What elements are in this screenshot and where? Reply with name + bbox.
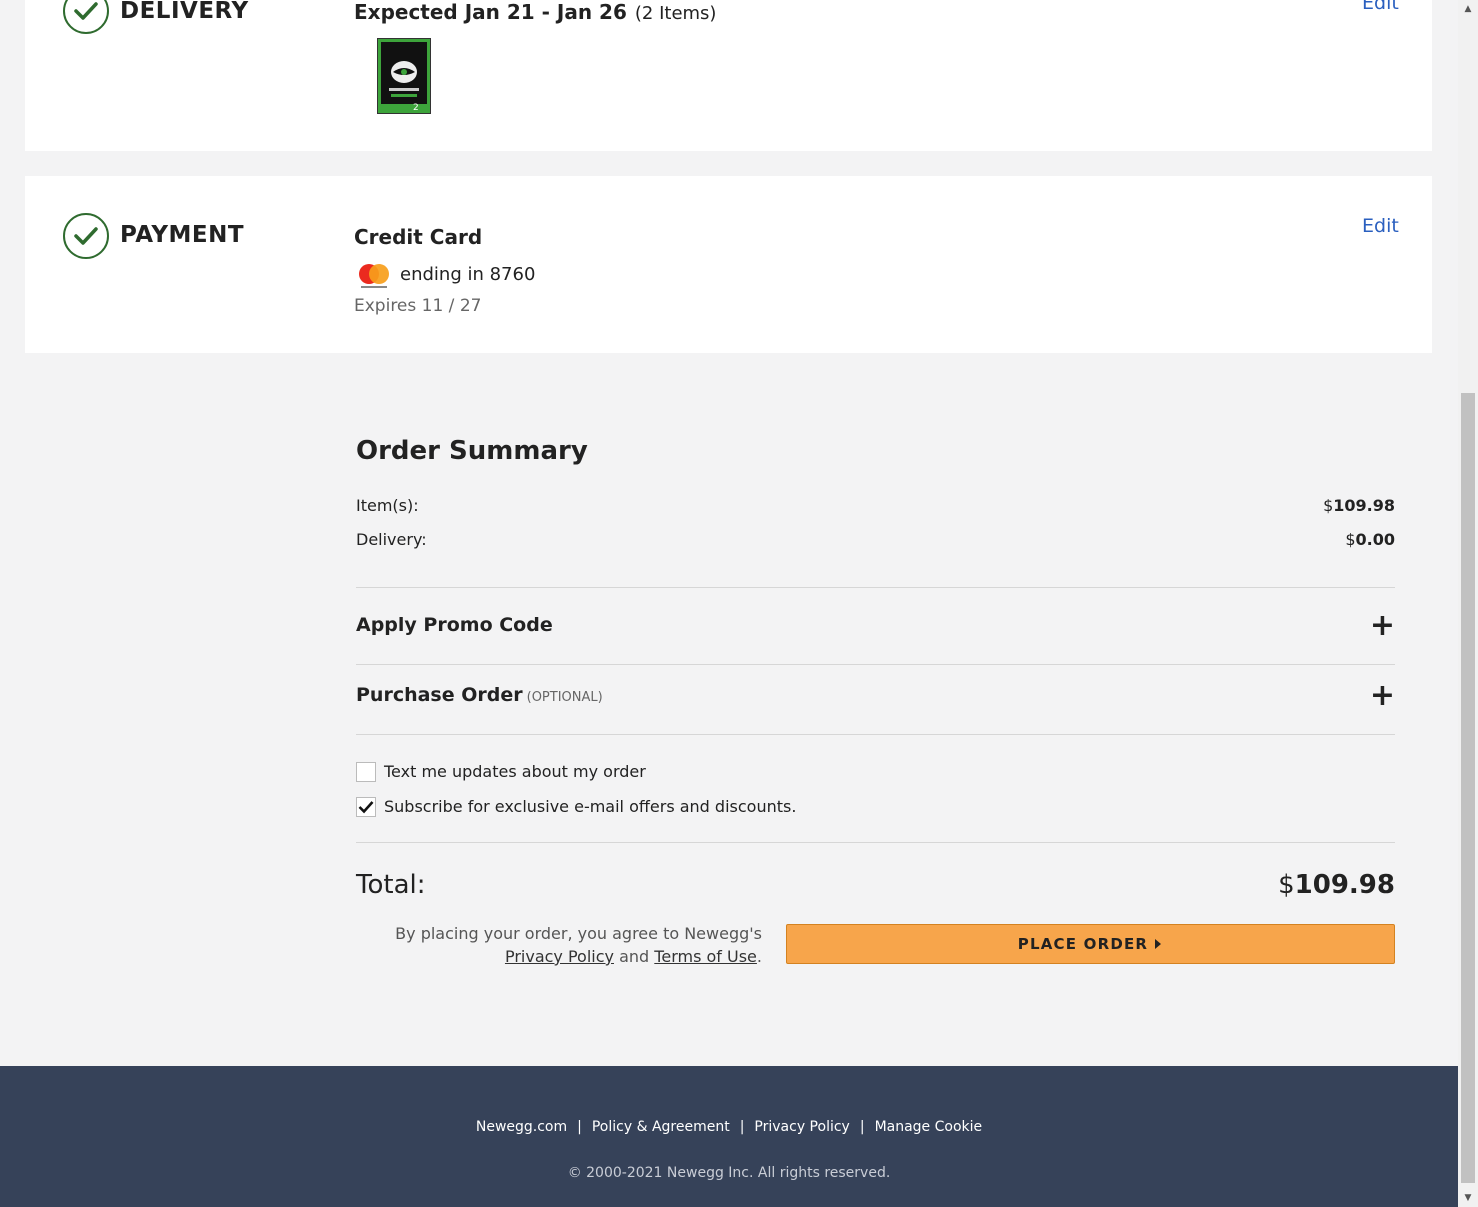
plus-icon: + xyxy=(1369,678,1395,713)
mastercard-icon xyxy=(356,262,392,290)
optional-tag: (OPTIONAL) xyxy=(526,690,603,705)
delivery-title: DELIVERY xyxy=(120,0,249,24)
copyright: © 2000-2021 Newegg Inc. All rights reser… xyxy=(567,1165,891,1181)
footer-link-policy-agreement[interactable]: Policy & Agreement xyxy=(592,1119,730,1135)
agreement-text: By placing your order, you agree to Newe… xyxy=(395,924,762,966)
item-count: (2 Items) xyxy=(634,3,717,24)
plus-icon: + xyxy=(1369,608,1395,643)
delivery-edit-link[interactable]: Edit xyxy=(1362,0,1399,14)
order-summary-title: Order Summary xyxy=(356,436,588,466)
footer-links: Newegg.com | Policy & Agreement | Privacy Po… xyxy=(475,1119,983,1135)
divider xyxy=(356,664,1395,665)
footer-link-manage-cookie[interactable]: Manage Cookie xyxy=(875,1119,983,1135)
total-value: $109.98 xyxy=(1278,870,1395,900)
subscribe-checkbox[interactable] xyxy=(356,797,376,817)
scroll-down-arrow-icon[interactable]: ▼ xyxy=(1458,1189,1478,1207)
vertical-scrollbar[interactable]: ▲ ▼ xyxy=(1458,0,1478,1207)
payment-title: PAYMENT xyxy=(120,222,245,248)
purchase-order-label: Purchase Order (OPTIONAL) xyxy=(356,684,603,706)
delivery-section: DELIVERY Expected Jan 21 - Jan 26 (2 Item… xyxy=(25,0,1432,151)
payment-section: PAYMENT Credit Card ending in 8760 Expir… xyxy=(25,176,1432,353)
items-value: $109.98 xyxy=(1323,496,1395,515)
checkout-page: DELIVERY Expected Jan 21 - Jan 26 (2 Item… xyxy=(0,0,1478,1207)
hard-drive-product-image: 2 xyxy=(377,38,431,114)
payment-complete-check-icon xyxy=(63,213,109,259)
delivery-expected-date: Expected Jan 21 - Jan 26 (2 Items) xyxy=(354,0,716,24)
place-order-button[interactable]: PLACE ORDER xyxy=(786,924,1395,964)
items-row: Item(s): $109.98 xyxy=(356,496,1395,515)
card-ending: ending in 8760 xyxy=(400,264,536,285)
divider xyxy=(356,842,1395,843)
checkmark-icon xyxy=(358,801,374,814)
apply-promo-code-toggle[interactable]: Apply Promo Code + xyxy=(356,606,1395,646)
delivery-row: Delivery: $0.00 xyxy=(356,530,1395,549)
svg-text:2: 2 xyxy=(413,103,419,113)
expected-date-text: Expected Jan 21 - Jan 26 xyxy=(354,0,627,24)
terms-of-use-link[interactable]: Terms of Use xyxy=(654,947,757,966)
divider xyxy=(356,734,1395,735)
footer: Newegg.com | Policy & Agreement | Privacy Po… xyxy=(0,1066,1458,1207)
delivery-label: Delivery: xyxy=(356,530,427,549)
scrollbar-thumb[interactable] xyxy=(1461,393,1475,1183)
scroll-up-arrow-icon[interactable]: ▲ xyxy=(1458,0,1478,18)
caret-right-icon xyxy=(1155,939,1162,949)
total-label: Total: xyxy=(356,870,426,900)
text-updates-checkbox[interactable] xyxy=(356,762,376,782)
delivery-complete-check-icon xyxy=(63,0,109,34)
promo-code-label: Apply Promo Code xyxy=(356,614,553,636)
privacy-policy-link[interactable]: Privacy Policy xyxy=(505,947,614,966)
footer-link-privacy-policy[interactable]: Privacy Policy xyxy=(754,1119,849,1135)
payment-method: Credit Card xyxy=(354,225,483,249)
items-label: Item(s): xyxy=(356,496,419,515)
place-order-label: PLACE ORDER xyxy=(1017,935,1149,953)
footer-link-newegg[interactable]: Newegg.com xyxy=(476,1119,567,1135)
purchase-order-toggle[interactable]: Purchase Order (OPTIONAL) + xyxy=(356,676,1395,716)
delivery-value: $0.00 xyxy=(1345,530,1395,549)
divider xyxy=(356,587,1395,588)
subscribe-label: Subscribe for exclusive e-mail offers an… xyxy=(384,797,797,816)
payment-edit-link[interactable]: Edit xyxy=(1362,215,1399,237)
text-updates-label: Text me updates about my order xyxy=(384,762,646,781)
card-expires: Expires 11 / 27 xyxy=(354,296,482,316)
